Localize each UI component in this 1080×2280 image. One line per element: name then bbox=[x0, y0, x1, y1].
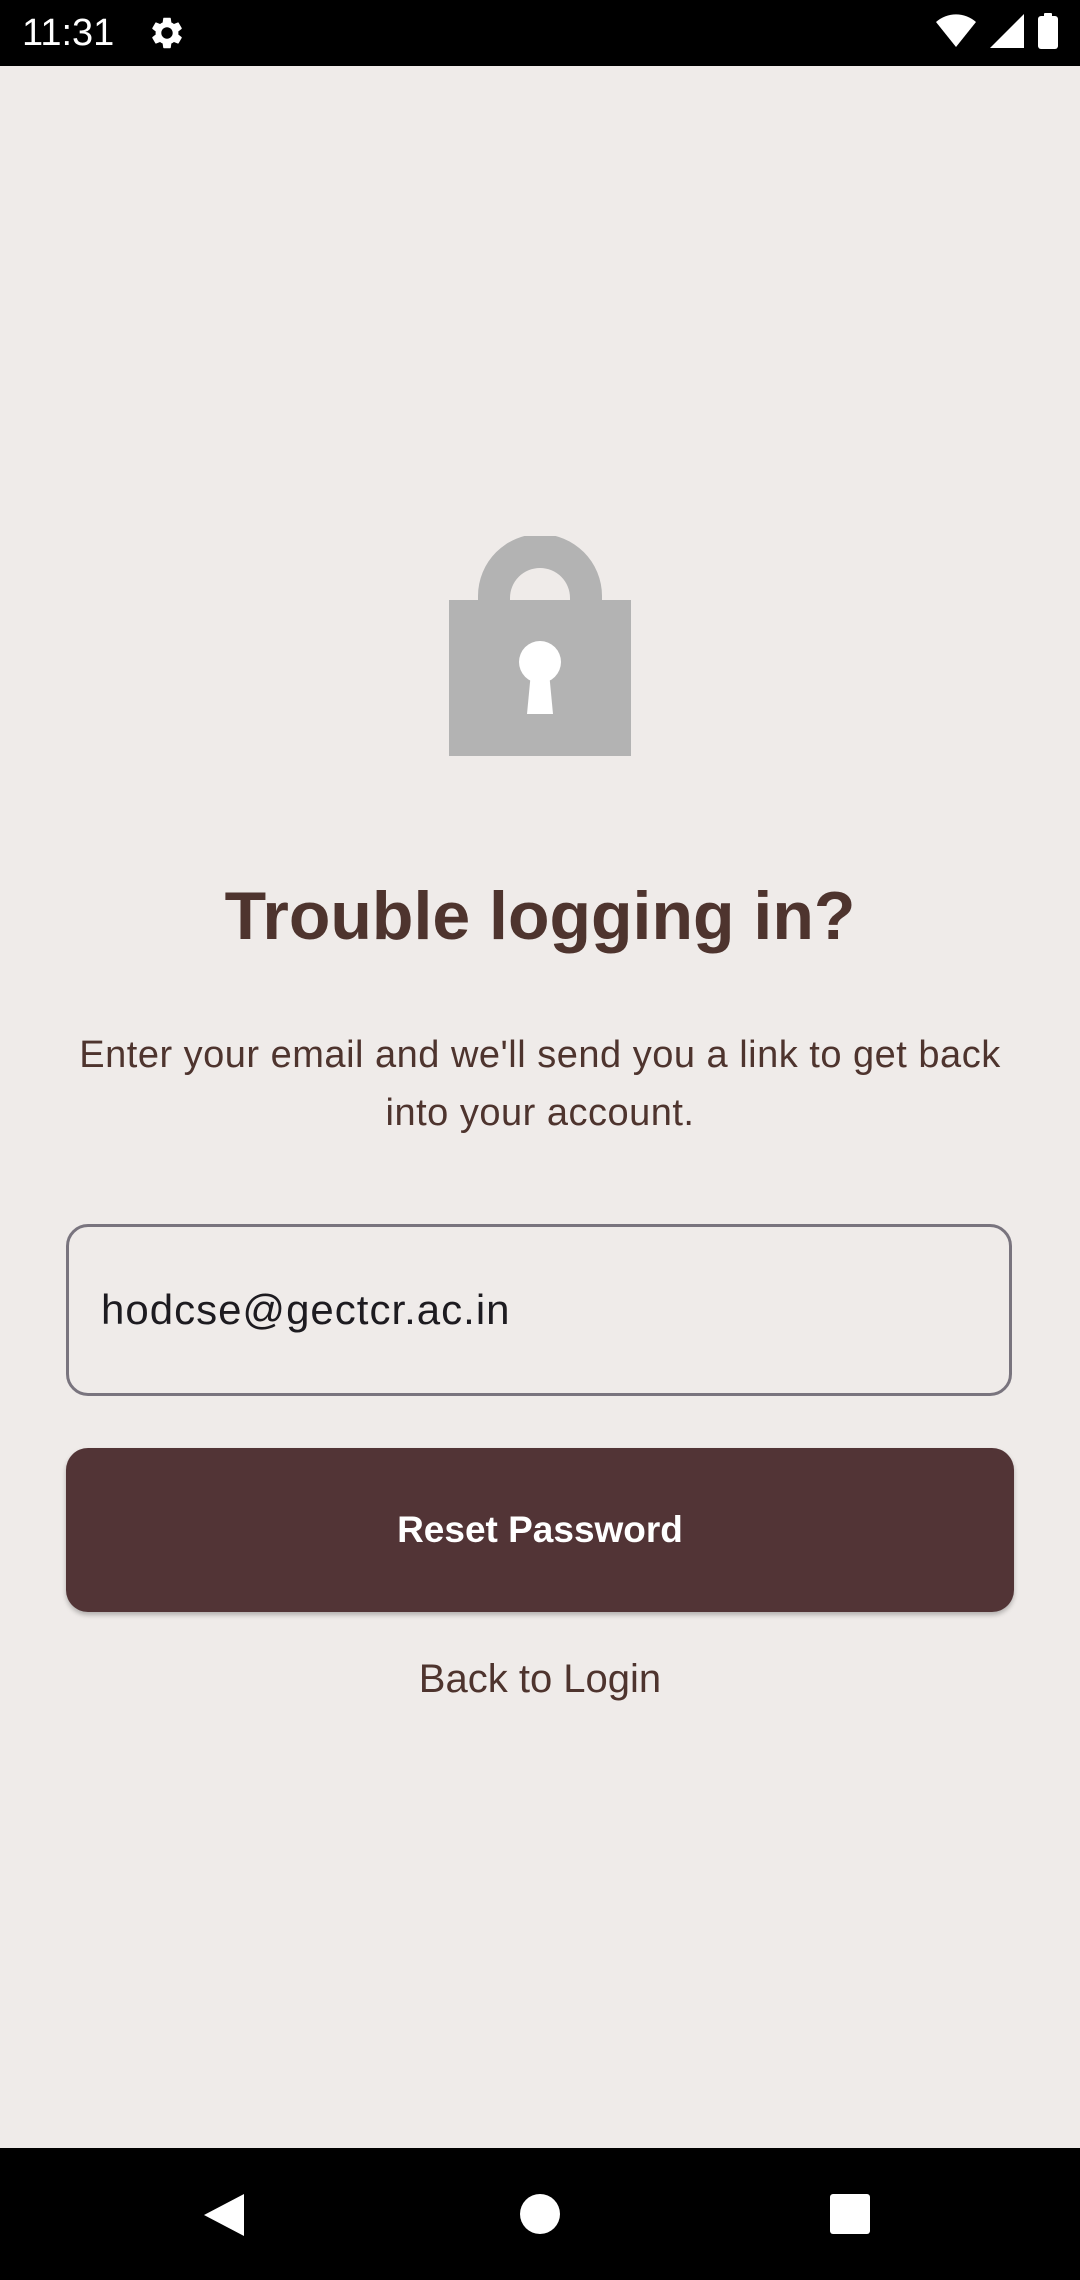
email-field[interactable] bbox=[66, 1224, 1012, 1396]
page-title: Trouble logging in? bbox=[224, 878, 856, 954]
navigation-bar bbox=[0, 2148, 1080, 2280]
reset-password-button[interactable]: Reset Password bbox=[66, 1448, 1014, 1612]
page-subtitle: Enter your email and we'll send you a li… bbox=[79, 1034, 1001, 1134]
back-icon[interactable] bbox=[202, 2192, 248, 2238]
status-bar: 11:31 bbox=[0, 0, 1080, 66]
gear-icon bbox=[148, 14, 186, 52]
battery-icon bbox=[1038, 12, 1058, 54]
recents-icon[interactable] bbox=[830, 2194, 870, 2234]
lock-icon bbox=[449, 534, 631, 756]
signal-icon bbox=[990, 13, 1024, 53]
forgot-password-screen: Trouble logging in? Enter your email and… bbox=[0, 66, 1080, 2146]
wifi-icon bbox=[936, 13, 976, 53]
back-to-login-link[interactable]: Back to Login bbox=[0, 1651, 1080, 1707]
status-icons bbox=[936, 12, 1058, 54]
home-icon[interactable] bbox=[520, 2194, 560, 2234]
status-time: 11:31 bbox=[22, 12, 115, 54]
